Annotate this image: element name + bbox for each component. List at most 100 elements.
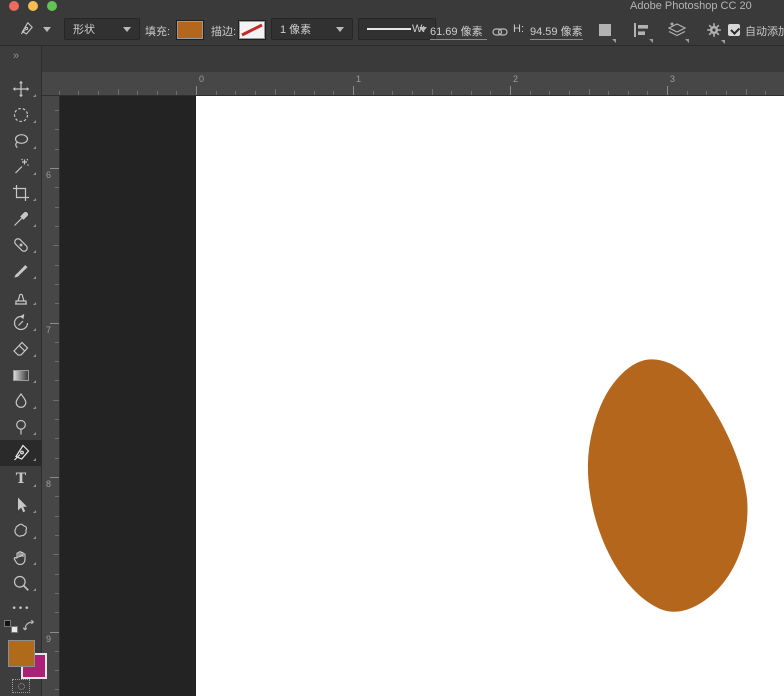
photoshop-window: Adobe Photoshop CC 20 形状 填充: 描边: 1 像素 W: bbox=[0, 0, 784, 696]
expand-panel-button[interactable]: » bbox=[13, 50, 20, 62]
subtool-indicator-icon bbox=[33, 328, 36, 331]
ruler-tick bbox=[55, 303, 59, 304]
ruler-tick bbox=[55, 496, 59, 497]
tool-marquee-tool[interactable] bbox=[0, 102, 42, 128]
chevron-down-icon bbox=[336, 27, 344, 32]
tool-dodge-tool[interactable] bbox=[0, 414, 42, 440]
close-window-button[interactable] bbox=[9, 1, 19, 11]
ruler-tick bbox=[50, 168, 59, 169]
tool-healing-brush-tool[interactable] bbox=[0, 232, 42, 258]
stroke-width-dropdown[interactable]: 1 像素 bbox=[271, 18, 353, 40]
ruler-label: 2 bbox=[513, 74, 518, 84]
subtool-indicator-icon bbox=[33, 406, 36, 409]
tool-magic-wand-tool[interactable] bbox=[0, 154, 42, 180]
tool-more-button[interactable]: ••• bbox=[0, 596, 42, 622]
link-dimensions-icon[interactable] bbox=[492, 24, 508, 42]
ruler-tick bbox=[50, 477, 59, 478]
subtool-indicator-icon bbox=[33, 458, 36, 461]
tool-lasso-tool[interactable] bbox=[0, 128, 42, 154]
tool-crop-tool[interactable] bbox=[0, 180, 42, 206]
ruler-tick bbox=[53, 245, 59, 246]
ruler-tick bbox=[55, 149, 59, 150]
fill-label: 填充: bbox=[145, 23, 170, 39]
ruler-tick bbox=[55, 535, 59, 536]
tool-blur-tool[interactable] bbox=[0, 388, 42, 414]
pen-tool-preset-icon[interactable] bbox=[18, 21, 34, 42]
ruler-label: 6 bbox=[46, 170, 51, 180]
gear-icon[interactable] bbox=[706, 22, 722, 43]
ruler-tick bbox=[55, 380, 59, 381]
ruler-tick bbox=[196, 86, 197, 95]
ruler-tick bbox=[157, 91, 158, 95]
default-colors-icon[interactable] bbox=[3, 620, 21, 635]
tool-type-tool[interactable]: T bbox=[0, 466, 42, 492]
canvas-document[interactable] bbox=[60, 96, 784, 696]
ruler-tick bbox=[55, 342, 59, 343]
ruler-tick bbox=[55, 670, 59, 671]
path-alignment-icon[interactable] bbox=[633, 23, 649, 42]
ruler-tick bbox=[667, 86, 668, 95]
ruler-tick bbox=[176, 91, 177, 95]
stroke-color-swatch[interactable] bbox=[239, 21, 265, 39]
tool-eraser-tool[interactable] bbox=[0, 336, 42, 362]
ruler-tick bbox=[50, 632, 59, 633]
tool-custom-shape-tool[interactable] bbox=[0, 518, 42, 544]
drawn-shape-layer[interactable] bbox=[587, 358, 749, 614]
foreground-color-swatch[interactable] bbox=[8, 640, 35, 667]
height-field-label: H: bbox=[513, 23, 524, 35]
ruler-tick bbox=[118, 89, 119, 95]
tool-clone-stamp-tool[interactable] bbox=[0, 284, 42, 310]
ruler-label: 1 bbox=[356, 74, 361, 84]
ruler-tick bbox=[589, 89, 590, 95]
ruler-tick bbox=[726, 91, 727, 95]
zoom-window-button[interactable] bbox=[47, 1, 57, 11]
tool-brush-tool[interactable] bbox=[0, 258, 42, 284]
quick-mask-circle-icon bbox=[18, 683, 25, 690]
ruler-tick bbox=[746, 89, 747, 95]
tool-path-selection-tool[interactable] bbox=[0, 492, 42, 518]
ruler-tick bbox=[353, 86, 354, 95]
subtool-indicator-icon bbox=[33, 120, 36, 123]
ruler-tick bbox=[98, 91, 99, 95]
tool-zoom-tool[interactable] bbox=[0, 570, 42, 596]
ruler-tick bbox=[706, 91, 707, 95]
minimize-window-button[interactable] bbox=[28, 1, 38, 11]
ruler-tick bbox=[55, 593, 59, 594]
tool-mode-dropdown[interactable]: 形状 bbox=[64, 18, 140, 40]
quick-mask-mode-button[interactable] bbox=[12, 679, 30, 693]
ruler-tick bbox=[235, 91, 236, 95]
tool-move-tool[interactable] bbox=[0, 76, 42, 102]
ruler-tick bbox=[392, 91, 393, 95]
ruler-tick bbox=[55, 689, 59, 690]
path-arrangement-chevron-icon bbox=[685, 39, 689, 43]
fill-color-swatch[interactable] bbox=[177, 21, 203, 39]
options-bar: 形状 填充: 描边: 1 像素 W: 61.69 像素 H: 94.59 像素 bbox=[0, 13, 784, 46]
shape-path bbox=[588, 359, 748, 611]
tool-eyedropper-tool[interactable] bbox=[0, 206, 42, 232]
tool-gradient-tool[interactable] bbox=[0, 362, 42, 388]
ruler-label: 3 bbox=[670, 74, 675, 84]
ruler-tick bbox=[530, 91, 531, 95]
ruler-tick bbox=[55, 574, 59, 575]
shape-width-field[interactable]: 61.69 像素 bbox=[430, 23, 487, 40]
subtool-indicator-icon bbox=[33, 224, 36, 227]
title-bar: Adobe Photoshop CC 20 bbox=[0, 0, 784, 13]
solid-line-icon bbox=[367, 28, 411, 30]
auto-add-checkbox[interactable] bbox=[728, 24, 740, 36]
tool-preset-chevron-icon[interactable] bbox=[43, 27, 51, 32]
shape-height-field[interactable]: 94.59 像素 bbox=[530, 23, 583, 40]
tool-hand-tool[interactable] bbox=[0, 544, 42, 570]
ruler-tick bbox=[55, 187, 59, 188]
tool-pen-tool[interactable] bbox=[0, 440, 42, 466]
ruler-tick bbox=[55, 438, 59, 439]
subtool-indicator-icon bbox=[33, 172, 36, 175]
ruler-tick bbox=[55, 110, 59, 111]
tool-history-brush-tool[interactable] bbox=[0, 310, 42, 336]
ruler-label: 9 bbox=[46, 634, 51, 644]
ruler-tick bbox=[412, 91, 413, 95]
path-operations-icon[interactable] bbox=[598, 23, 612, 42]
ruler-tick bbox=[451, 91, 452, 95]
ruler-tick bbox=[608, 91, 609, 95]
ruler-tick bbox=[216, 91, 217, 95]
ruler-tick bbox=[55, 612, 59, 613]
